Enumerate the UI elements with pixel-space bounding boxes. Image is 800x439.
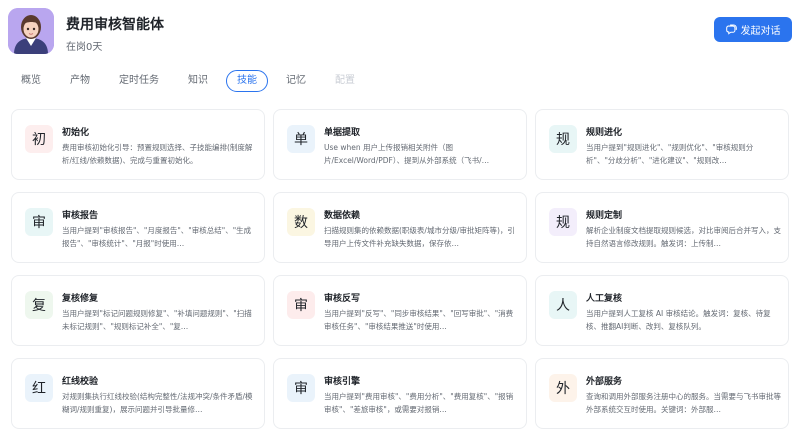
skill-card-rule-customization[interactable]: 规 规则定制 解析企业制度文档提取规则候选，对比审阅后合并写入，支持自然语言修改…: [535, 192, 789, 263]
skill-title: 规则定制: [586, 211, 623, 221]
skill-title: 规则进化: [586, 128, 623, 138]
tab-memory[interactable]: 记忆: [275, 70, 317, 92]
skill-description: 扫描规则集的依赖数据(职级表/城市分级/审批矩阵等)，引导用户上传文件补充缺失数…: [324, 226, 515, 248]
skill-card-data-dependency[interactable]: 数 数据依赖 扫描规则集的依赖数据(职级表/城市分级/审批矩阵等)，引导用户上传…: [273, 192, 527, 263]
skill-card-document-extraction[interactable]: 单 单据提取 Use when 用户上传报销相关附件（图片/Excel/Word…: [273, 109, 527, 180]
start-chat-label: 发起对话: [740, 26, 781, 37]
skill-card-review-repair[interactable]: 复 复核修复 当用户提到"标记问题规则修复"、"补填问题规则"、"扫描未标记规则…: [11, 275, 265, 346]
skill-card-audit-report[interactable]: 审 审核报告 当用户提到"审核报告"、"月度报告"、"审核总结"、"生成报告"、…: [11, 192, 265, 263]
skill-title: 审核报告: [62, 211, 99, 221]
chat-bubble-icon: [725, 24, 737, 35]
skill-description: 对规则集执行红线校验(结构完整性/法规冲突/条件矛盾/模糊词/规则重复)，展示问…: [62, 392, 253, 414]
rule-icon: 规: [549, 125, 577, 153]
external-icon: 外: [549, 374, 577, 402]
tab-overview[interactable]: 概览: [10, 70, 52, 92]
start-chat-button[interactable]: 发起对话: [714, 17, 792, 42]
skill-description: 费用审核初始化引导：预置规则选择、子技能编排(制度解析/红线/依赖数据)、完成与…: [62, 143, 253, 165]
review-icon: 复: [25, 291, 53, 319]
skill-card-redline-check[interactable]: 红 红线校验 对规则集执行红线校验(结构完整性/法规冲突/条件矛盾/模糊词/规则…: [11, 358, 265, 429]
skill-card-audit-engine[interactable]: 审 审核引擎 当用户提到"费用审核"、"费用分析"、"费用复核"、"报销审核"、…: [273, 358, 527, 429]
skill-title: 红线校验: [62, 377, 99, 387]
tab-config: 配置: [335, 75, 355, 86]
agent-header: 费用审核智能体 在岗0天 发起对话: [8, 8, 792, 56]
data-icon: 数: [287, 208, 315, 236]
skill-title: 外部服务: [586, 377, 623, 387]
skill-title: 初始化: [62, 128, 90, 138]
audit-icon: 审: [287, 374, 315, 402]
skill-title: 人工复核: [586, 294, 623, 304]
skill-title: 审核引擎: [324, 377, 361, 387]
skill-title: 复核修复: [62, 294, 99, 304]
skill-description: 当用户提到"费用审核"、"费用分析"、"费用复核"、"报销审核"、"差旅审核"，…: [324, 392, 514, 414]
audit-icon: 审: [287, 291, 315, 319]
skill-description: 当用户提到"反写"、"同步审核结果"、"回写审批"、"消费审核任务"、"审核结果…: [324, 309, 514, 331]
audit-icon: 审: [25, 208, 53, 236]
redline-icon: 红: [25, 374, 53, 402]
skill-grid: 初 初始化 费用审核初始化引导：预置规则选择、子技能编排(制度解析/红线/依赖数…: [11, 109, 789, 429]
agent-avatar: [8, 8, 54, 54]
skill-description: 当用户提到"标记问题规则修复"、"补填问题规则"、"扫描未标记规则"、"规则标记…: [62, 309, 252, 331]
skill-card-external-service[interactable]: 外 外部服务 查询和调用外部服务注册中心的服务。当需要与飞书审批等外部系统交互时…: [535, 358, 789, 429]
skill-description: 查询和调用外部服务注册中心的服务。当需要与飞书审批等外部系统交互时使用。关键词：…: [586, 392, 781, 414]
tab-scheduled-tasks[interactable]: 定时任务: [108, 70, 170, 92]
skill-description: 当用户提到人工复核 AI 审核结论。触发词：复核、待复核、推翻AI判断、改判、复…: [586, 309, 771, 331]
skill-description: 当用户提到"审核报告"、"月度报告"、"审核总结"、"生成报告"、"审核统计"、…: [62, 226, 252, 248]
skill-card-rule-evolution[interactable]: 规 规则进化 当用户提到"规则进化"、"规则优化"、"审核规则分析"、"分歧分析…: [535, 109, 789, 180]
skill-card-manual-review[interactable]: 人 人工复核 当用户提到人工复核 AI 审核结论。触发词：复核、待复核、推翻AI…: [535, 275, 789, 346]
document-icon: 单: [287, 125, 315, 153]
skill-description: 解析企业制度文档提取规则候选，对比审阅后合并写入，支持自然语言修改规则。触发词：…: [586, 226, 781, 248]
person-icon: 人: [549, 291, 577, 319]
skill-title: 单据提取: [324, 128, 361, 138]
skill-card-audit-writeback[interactable]: 审 审核反写 当用户提到"反写"、"同步审核结果"、"回写审批"、"消费审核任务…: [273, 275, 527, 346]
agent-title: 费用审核智能体: [66, 17, 164, 33]
skill-card-init[interactable]: 初 初始化 费用审核初始化引导：预置规则选择、子技能编排(制度解析/红线/依赖数…: [11, 109, 265, 180]
skill-title: 数据依赖: [324, 211, 361, 221]
init-icon: 初: [25, 125, 53, 153]
skill-description: Use when 用户上传报销相关附件（图片/Excel/Word/PDF）、提…: [324, 143, 490, 165]
tab-artifacts[interactable]: 产物: [59, 70, 101, 92]
tab-bar: 概览 产物 定时任务 知识 技能 记忆 配置: [10, 69, 373, 93]
tab-skills[interactable]: 技能: [226, 70, 268, 92]
skill-title: 审核反写: [324, 294, 361, 304]
agent-tenure: 在岗0天: [66, 42, 103, 53]
rule-icon: 规: [549, 208, 577, 236]
tab-knowledge[interactable]: 知识: [177, 70, 219, 92]
skill-description: 当用户提到"规则进化"、"规则优化"、"审核规则分析"、"分歧分析"、"进化建议…: [586, 143, 754, 165]
